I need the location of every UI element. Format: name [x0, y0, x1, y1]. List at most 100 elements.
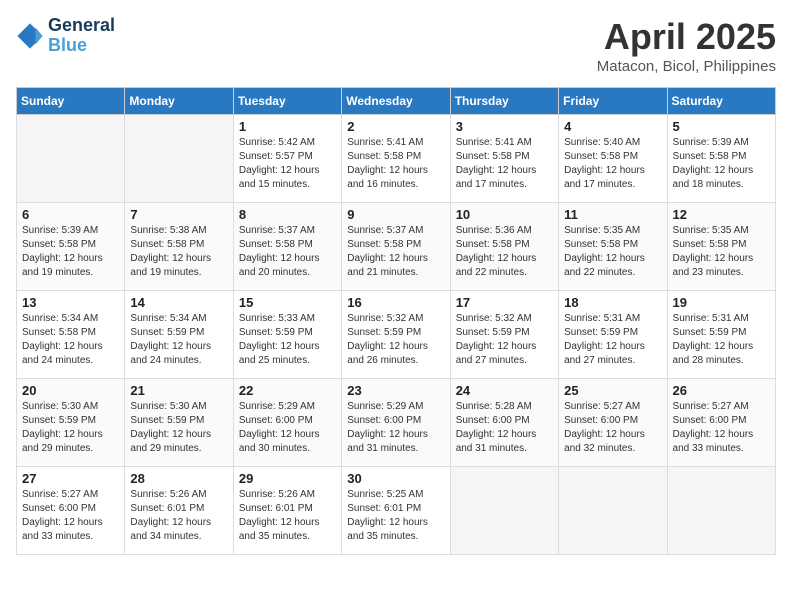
day-info: Sunrise: 5:31 AMSunset: 5:59 PMDaylight:…	[673, 312, 770, 368]
day-info: Sunrise: 5:25 AMSunset: 6:01 PMDaylight:…	[347, 488, 444, 544]
sunrise-text: Sunrise: 5:38 AM	[130, 224, 227, 238]
sunrise-text: Sunrise: 5:39 AM	[22, 224, 119, 238]
sunrise-text: Sunrise: 5:29 AM	[347, 400, 444, 414]
daylight-text: Daylight: 12 hours and 29 minutes.	[22, 428, 119, 456]
day-number: 18	[564, 295, 661, 310]
daylight-text: Daylight: 12 hours and 31 minutes.	[347, 428, 444, 456]
sunrise-text: Sunrise: 5:41 AM	[456, 136, 553, 150]
location-title: Matacon, Bicol, Philippines	[597, 58, 776, 75]
day-info: Sunrise: 5:41 AMSunset: 5:58 PMDaylight:…	[456, 136, 553, 192]
day-number: 7	[130, 207, 227, 222]
calendar-cell: 26 Sunrise: 5:27 AMSunset: 6:00 PMDayligh…	[667, 379, 775, 467]
sunset-text: Sunset: 5:58 PM	[456, 238, 553, 252]
daylight-text: Daylight: 12 hours and 21 minutes.	[347, 252, 444, 280]
day-info: Sunrise: 5:29 AMSunset: 6:00 PMDaylight:…	[347, 400, 444, 456]
day-number: 14	[130, 295, 227, 310]
day-info: Sunrise: 5:32 AMSunset: 5:59 PMDaylight:…	[456, 312, 553, 368]
day-info: Sunrise: 5:26 AMSunset: 6:01 PMDaylight:…	[239, 488, 336, 544]
daylight-text: Daylight: 12 hours and 17 minutes.	[564, 164, 661, 192]
day-info: Sunrise: 5:29 AMSunset: 6:00 PMDaylight:…	[239, 400, 336, 456]
sunrise-text: Sunrise: 5:27 AM	[22, 488, 119, 502]
sunrise-text: Sunrise: 5:26 AM	[239, 488, 336, 502]
sunrise-text: Sunrise: 5:36 AM	[456, 224, 553, 238]
calendar-cell: 17Sunrise: 5:32 AMSunset: 5:59 PMDayligh…	[450, 291, 558, 379]
day-number: 6	[22, 207, 119, 222]
day-info: Sunrise: 5:41 AMSunset: 5:58 PMDaylight:…	[347, 136, 444, 192]
calendar-cell: 20Sunrise: 5:30 AMSunset: 5:59 PMDayligh…	[17, 379, 125, 467]
calendar-week-row: 20Sunrise: 5:30 AMSunset: 5:59 PMDayligh…	[17, 379, 776, 467]
sunset-text: Sunset: 5:59 PM	[239, 326, 336, 340]
day-number: 5	[673, 119, 770, 134]
calendar-cell	[125, 115, 233, 203]
daylight-text: Daylight: 12 hours and 26 minutes.	[347, 340, 444, 368]
calendar-cell: 29 Sunrise: 5:26 AMSunset: 6:01 PMDayligh…	[233, 467, 341, 555]
sunset-text: Sunset: 5:58 PM	[22, 326, 119, 340]
day-number: 29	[239, 471, 336, 486]
calendar-cell: 25Sunrise: 5:27 AMSunset: 6:00 PMDayligh…	[559, 379, 667, 467]
calendar-cell: 14Sunrise: 5:34 AMSunset: 5:59 PMDayligh…	[125, 291, 233, 379]
daylight-text: Daylight: 12 hours and 22 minutes.	[564, 252, 661, 280]
day-number: 2	[347, 119, 444, 134]
daylight-text: Daylight: 12 hours and 20 minutes.	[239, 252, 336, 280]
day-number: 20	[22, 383, 119, 398]
title-area: April 2025 Matacon, Bicol, Philippines	[597, 16, 776, 75]
weekday-header-row: SundayMondayTuesdayWednesdayThursdayFrid…	[17, 88, 776, 115]
daylight-text: Daylight: 12 hours and 27 minutes.	[564, 340, 661, 368]
sunrise-text: Sunrise: 5:35 AM	[564, 224, 661, 238]
sunrise-text: Sunrise: 5:28 AM	[456, 400, 553, 414]
day-info: Sunrise: 5:37 AMSunset: 5:58 PMDaylight:…	[347, 224, 444, 280]
sunrise-text: Sunrise: 5:39 AM	[673, 136, 770, 150]
day-info: Sunrise: 5:27 AMSunset: 6:00 PMDaylight:…	[673, 400, 770, 456]
sunrise-text: Sunrise: 5:27 AM	[673, 400, 770, 414]
day-number: 23	[347, 383, 444, 398]
day-info: Sunrise: 5:37 AMSunset: 5:58 PMDaylight:…	[239, 224, 336, 280]
day-number: 9	[347, 207, 444, 222]
sunrise-text: Sunrise: 5:31 AM	[673, 312, 770, 326]
sunrise-text: Sunrise: 5:29 AM	[239, 400, 336, 414]
sunrise-text: Sunrise: 5:35 AM	[673, 224, 770, 238]
sunrise-text: Sunrise: 5:37 AM	[239, 224, 336, 238]
sunset-text: Sunset: 6:00 PM	[456, 414, 553, 428]
weekday-header-cell: Tuesday	[233, 88, 341, 115]
calendar-cell: 18 Sunrise: 5:31 AMSunset: 5:59 PMDayligh…	[559, 291, 667, 379]
calendar-cell: 2 Sunrise: 5:41 AMSunset: 5:58 PMDaylight…	[342, 115, 450, 203]
sunrise-text: Sunrise: 5:40 AM	[564, 136, 661, 150]
sunset-text: Sunset: 5:58 PM	[347, 238, 444, 252]
day-number: 11	[564, 207, 661, 222]
logo-icon	[16, 22, 44, 50]
sunset-text: Sunset: 5:58 PM	[564, 150, 661, 164]
calendar-cell	[450, 467, 558, 555]
sunset-text: Sunset: 5:59 PM	[347, 326, 444, 340]
calendar-cell: 6Sunrise: 5:39 AMSunset: 5:58 PMDaylight…	[17, 203, 125, 291]
day-number: 19	[673, 295, 770, 310]
sunset-text: Sunset: 5:58 PM	[130, 238, 227, 252]
sunset-text: Sunset: 5:57 PM	[239, 150, 336, 164]
calendar-table: SundayMondayTuesdayWednesdayThursdayFrid…	[16, 87, 776, 555]
calendar-cell: 3Sunrise: 5:41 AMSunset: 5:58 PMDaylight…	[450, 115, 558, 203]
calendar-cell: 23 Sunrise: 5:29 AMSunset: 6:00 PMDayligh…	[342, 379, 450, 467]
sunset-text: Sunset: 5:59 PM	[564, 326, 661, 340]
sunrise-text: Sunrise: 5:27 AM	[564, 400, 661, 414]
daylight-text: Daylight: 12 hours and 27 minutes.	[456, 340, 553, 368]
sunrise-text: Sunrise: 5:31 AM	[564, 312, 661, 326]
day-info: Sunrise: 5:42 AMSunset: 5:57 PMDaylight:…	[239, 136, 336, 192]
day-info: Sunrise: 5:27 AMSunset: 6:00 PMDaylight:…	[564, 400, 661, 456]
daylight-text: Daylight: 12 hours and 19 minutes.	[22, 252, 119, 280]
calendar-week-row: 1Sunrise: 5:42 AMSunset: 5:57 PMDaylight…	[17, 115, 776, 203]
day-number: 10	[456, 207, 553, 222]
sunset-text: Sunset: 6:00 PM	[564, 414, 661, 428]
day-number: 16	[347, 295, 444, 310]
sunset-text: Sunset: 5:58 PM	[347, 150, 444, 164]
daylight-text: Daylight: 12 hours and 18 minutes.	[673, 164, 770, 192]
sunrise-text: Sunrise: 5:25 AM	[347, 488, 444, 502]
daylight-text: Daylight: 12 hours and 35 minutes.	[239, 516, 336, 544]
sunrise-text: Sunrise: 5:32 AM	[347, 312, 444, 326]
day-number: 21	[130, 383, 227, 398]
calendar-cell	[559, 467, 667, 555]
day-info: Sunrise: 5:33 AMSunset: 5:59 PMDaylight:…	[239, 312, 336, 368]
sunrise-text: Sunrise: 5:32 AM	[456, 312, 553, 326]
day-number: 13	[22, 295, 119, 310]
day-info: Sunrise: 5:26 AMSunset: 6:01 PMDaylight:…	[130, 488, 227, 544]
day-number: 26	[673, 383, 770, 398]
sunset-text: Sunset: 6:01 PM	[130, 502, 227, 516]
